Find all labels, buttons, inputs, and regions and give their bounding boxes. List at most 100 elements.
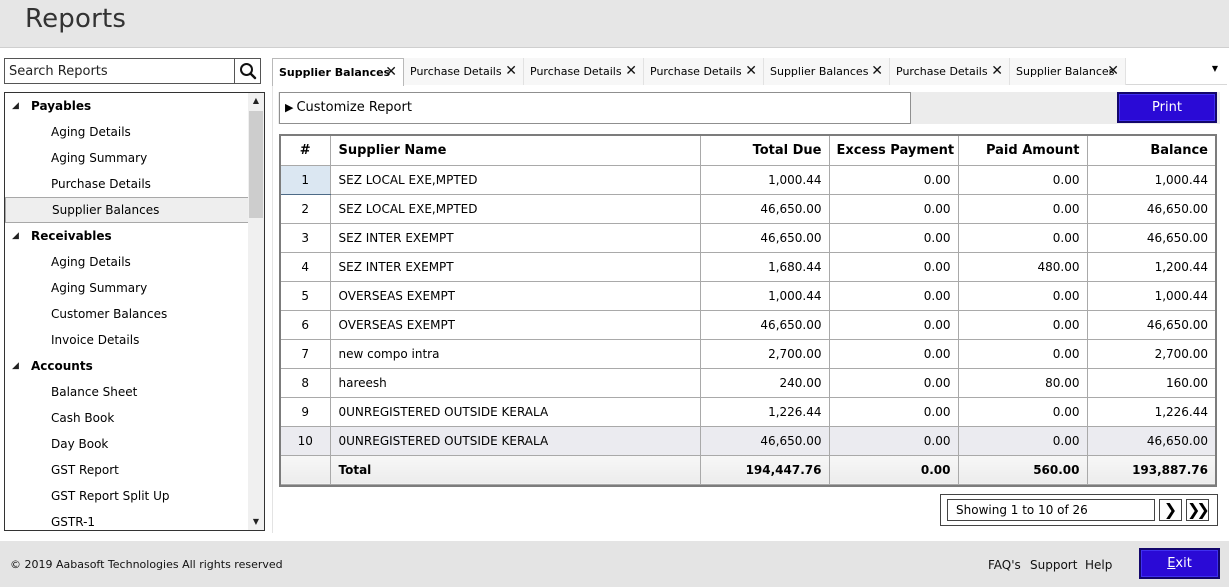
tab-purchase-details[interactable]: Purchase Details ✕ <box>644 58 764 85</box>
col-paid-amount-cell: 0.00 <box>957 193 1088 224</box>
expand-caret-icon[interactable]: ◢ <box>12 223 19 249</box>
col-paid-amount-cell: 480.00 <box>957 251 1088 282</box>
table-row[interactable]: 4 SEZ INTER EXEMPT 1,680.44 0.00 480.00 1,200… <box>281 251 1215 282</box>
col-total-due-cell: 46,650.00 <box>699 425 830 456</box>
tree-item-gst-report[interactable]: GST Report <box>5 457 249 483</box>
col-paid-amount-header[interactable]: Paid Amount <box>957 136 1088 166</box>
col-paid-amount-cell: 0.00 <box>957 396 1088 427</box>
table-row[interactable]: 2 SEZ LOCAL EXE,MPTED 46,650.00 0.00 0.00 46,… <box>281 193 1215 224</box>
tree-item-balance-sheet[interactable]: Balance Sheet <box>5 379 249 405</box>
col-index-cell: 2 <box>281 193 331 224</box>
tab-purchase-details[interactable]: Purchase Details ✕ <box>524 58 644 85</box>
table-row[interactable]: 9 0UNREGISTERED OUTSIDE KERALA 1,226.44 0.0… <box>281 396 1215 427</box>
tree-item-gst-report-split-up[interactable]: GST Report Split Up <box>5 483 249 509</box>
last-page-button[interactable]: ❯❯ <box>1186 499 1210 521</box>
col-index-cell: 8 <box>281 367 331 398</box>
exit-button[interactable]: Exit <box>1139 548 1220 579</box>
col-excess-payment-cell: 0.00 <box>828 367 959 398</box>
col-supplier-name-cell: new compo intra <box>329 338 701 369</box>
tab-supplier-balances[interactable]: Supplier Balances ✕ <box>272 58 404 86</box>
tree-item-invoice-details[interactable]: Invoice Details <box>5 327 249 353</box>
customize-report-toggle[interactable]: ▶ Customize Report <box>279 92 911 124</box>
col-balance-header[interactable]: Balance <box>1086 136 1215 166</box>
close-icon[interactable]: ✕ <box>991 58 1003 85</box>
tab-purchase-details[interactable]: Purchase Details ✕ <box>404 58 524 85</box>
col-excess-payment-cell: 0.00 <box>828 280 959 311</box>
table-row[interactable]: 5 OVERSEAS EXEMPT 1,000.44 0.00 0.00 1,000.44 <box>281 280 1215 311</box>
col-excess-payment-cell: 0.00 <box>828 309 959 340</box>
expand-caret-icon[interactable]: ◢ <box>12 353 19 379</box>
tree-item-aging-summary[interactable]: Aging Summary <box>5 145 249 171</box>
table-row[interactable]: 1 SEZ LOCAL EXE,MPTED 1,000.44 0.00 0.00 1,00… <box>281 164 1215 195</box>
col-balance-cell: 160.00 <box>1086 367 1215 398</box>
tab-label: Purchase Details <box>530 65 622 78</box>
col-excess-payment-cell: 0.00 <box>828 425 959 456</box>
tree-item-purchase-details[interactable]: Purchase Details <box>5 171 249 197</box>
col-index-header[interactable]: # <box>281 136 331 166</box>
tree-item-gstr-1[interactable]: GSTR-1 <box>5 509 249 530</box>
col-excess-payment-header[interactable]: Excess Payment <box>828 136 959 166</box>
scroll-thumb[interactable] <box>249 111 263 218</box>
report-tree: ◢ Payables Aging Details Aging Summary Purch… <box>4 92 265 531</box>
tabs-overflow-dropdown[interactable]: ▼ <box>1139 58 1225 85</box>
col-index-cell: 9 <box>281 396 331 427</box>
tab-supplier-balances[interactable]: Supplier Balances ✕ <box>1010 58 1126 85</box>
col-supplier-name-cell: SEZ INTER EXEMPT <box>329 222 701 253</box>
faq-link[interactable]: FAQ's <box>988 558 1021 572</box>
exit-label: xit <box>1175 556 1192 571</box>
tree-item-cash-book[interactable]: Cash Book <box>5 405 249 431</box>
tree-item-customer-balances[interactable]: Customer Balances <box>5 301 249 327</box>
expand-caret-icon[interactable]: ◢ <box>12 93 19 119</box>
col-total-due-cell: 1,680.44 <box>699 251 830 282</box>
page-title: Reports <box>25 4 127 34</box>
print-button[interactable]: Print <box>1117 92 1217 123</box>
support-link[interactable]: Support <box>1030 558 1077 572</box>
col-balance-total: 193,887.76 <box>1086 454 1215 485</box>
table-row[interactable]: 7 new compo intra 2,700.00 0.00 0.00 2,700.00 <box>281 338 1215 369</box>
search-button[interactable] <box>234 59 260 83</box>
col-excess-payment-total: 0.00 <box>828 454 959 485</box>
close-icon[interactable]: ✕ <box>385 59 397 86</box>
expand-triangle-icon: ▶ <box>285 101 294 114</box>
tree-group-payables[interactable]: ◢ Payables <box>5 93 249 119</box>
next-page-button[interactable]: ❯ <box>1159 499 1182 521</box>
tab-label: Purchase Details <box>896 65 988 78</box>
tree-group-receivables[interactable]: ◢ Receivables <box>5 223 249 249</box>
col-total-due-cell: 1,226.44 <box>699 396 830 427</box>
table-row[interactable]: 6 OVERSEAS EXEMPT 46,650.00 0.00 0.00 46,650.… <box>281 309 1215 340</box>
col-index-cell: 4 <box>281 251 331 282</box>
tree-item-day-book[interactable]: Day Book <box>5 431 249 457</box>
table-row[interactable]: 8 hareesh 240.00 0.00 80.00 160.00 <box>281 367 1215 398</box>
scroll-down-icon[interactable]: ▼ <box>248 514 264 530</box>
close-icon[interactable]: ✕ <box>1107 58 1119 85</box>
tree-item-aging-details[interactable]: Aging Details <box>5 119 249 145</box>
pagination: Showing 1 to 10 of 26 ❯ ❯❯ <box>940 494 1218 526</box>
close-icon[interactable]: ✕ <box>625 58 637 85</box>
col-total-due-cell: 2,700.00 <box>699 338 830 369</box>
table-row[interactable]: 3 SEZ INTER EXEMPT 46,650.00 0.00 0.00 46,650… <box>281 222 1215 253</box>
scroll-up-icon[interactable]: ▲ <box>248 93 264 109</box>
search-reports-input[interactable] <box>5 59 235 83</box>
tree-scrollbar[interactable]: ▲ ▼ <box>248 93 264 530</box>
col-total-due-header[interactable]: Total Due <box>699 136 830 166</box>
supplier-balances-table: # Supplier Name Total Due Excess Payment Pai… <box>279 134 1217 487</box>
close-icon[interactable]: ✕ <box>871 58 883 85</box>
help-link[interactable]: Help <box>1085 558 1112 572</box>
tree-item-aging-summary[interactable]: Aging Summary <box>5 275 249 301</box>
tree-item-supplier-balances[interactable]: Supplier Balances <box>5 197 249 223</box>
tab-label: Purchase Details <box>410 65 502 78</box>
col-supplier-name-cell: SEZ LOCAL EXE,MPTED <box>329 193 701 224</box>
tree-item-aging-details[interactable]: Aging Details <box>5 249 249 275</box>
col-balance-cell: 46,650.00 <box>1086 222 1215 253</box>
tree-group-accounts[interactable]: ◢ Accounts <box>5 353 249 379</box>
close-icon[interactable]: ✕ <box>745 58 757 85</box>
table-row[interactable]: 10 0UNREGISTERED OUTSIDE KERALA 46,650.00 0… <box>281 425 1215 456</box>
tab-supplier-balances[interactable]: Supplier Balances ✕ <box>764 58 890 85</box>
tab-purchase-details[interactable]: Purchase Details ✕ <box>890 58 1010 85</box>
col-supplier-name-header[interactable]: Supplier Name <box>329 136 701 166</box>
tree-group-label: Accounts <box>31 359 93 373</box>
col-balance-cell: 46,650.00 <box>1086 309 1215 340</box>
col-index-cell: 7 <box>281 338 331 369</box>
col-paid-amount-cell: 0.00 <box>957 425 1088 456</box>
close-icon[interactable]: ✕ <box>505 58 517 85</box>
